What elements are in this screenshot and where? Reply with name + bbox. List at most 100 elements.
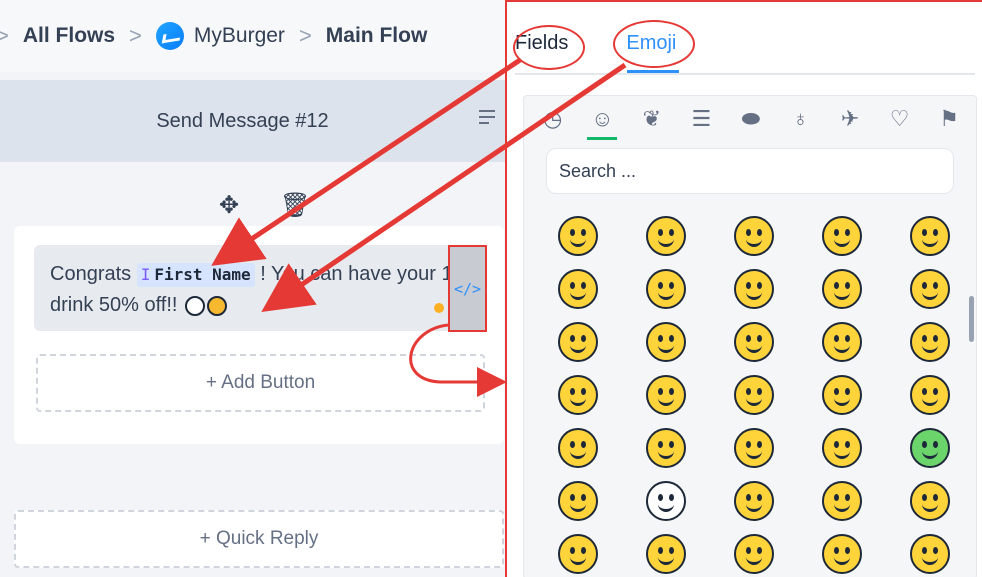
- node-tools: ✥ 🗑: [216, 193, 311, 219]
- emoji-cell[interactable]: [622, 320, 710, 364]
- emoji-search-input[interactable]: [546, 148, 954, 194]
- breadcrumb-main-flow[interactable]: Main Flow: [326, 24, 428, 48]
- emoji-cell[interactable]: [886, 426, 974, 470]
- emoji-cell[interactable]: [886, 214, 974, 258]
- scrollbar[interactable]: [969, 296, 974, 342]
- emoji-cell[interactable]: [622, 426, 710, 470]
- emoji-face-icon: [822, 216, 862, 256]
- trash-icon[interactable]: 🗑: [280, 193, 310, 219]
- emoji-grid: [534, 214, 964, 576]
- emoji-cell[interactable]: [886, 267, 974, 311]
- emoji-face-icon: [734, 269, 774, 309]
- tea-emoji-icon: [185, 295, 206, 316]
- node-title: Send Message #12: [156, 109, 329, 132]
- emoji-face-icon: [910, 269, 950, 309]
- field-tag-label: First Name: [154, 265, 251, 284]
- emoji-cell[interactable]: [622, 267, 710, 311]
- message-text-box[interactable]: Congrats I First Name ! You can have your…: [34, 245, 486, 331]
- emoji-face-icon: [646, 428, 686, 468]
- emoji-face-icon: [734, 428, 774, 468]
- emoji-cell[interactable]: [534, 267, 622, 311]
- quick-reply-button[interactable]: + Quick Reply: [14, 510, 504, 568]
- emoji-cell[interactable]: [534, 214, 622, 258]
- emoji-face-icon: [734, 481, 774, 521]
- emoji-face-icon: [558, 428, 598, 468]
- add-button[interactable]: + Add Button: [36, 354, 485, 412]
- emoji-cell[interactable]: [534, 532, 622, 576]
- emoji-cell[interactable]: [622, 214, 710, 258]
- connector-dot[interactable]: [434, 303, 444, 313]
- heart-icon[interactable]: ♡: [883, 106, 917, 132]
- breadcrumb-all-flows[interactable]: All Flows: [23, 24, 115, 48]
- menu-icon[interactable]: [479, 110, 497, 130]
- move-icon[interactable]: ✥: [216, 193, 242, 219]
- breadcrumb-separator: >: [0, 23, 9, 48]
- emoji-cell[interactable]: [622, 479, 710, 523]
- emoji-panel: Fields Emoji ◷ ☺ ❦ ☰ ⬬ ♁ ✈ ♡ ⚑: [505, 0, 982, 577]
- emoji-face-icon: [910, 375, 950, 415]
- emoji-face-icon: [646, 216, 686, 256]
- emoji-cell[interactable]: [534, 373, 622, 417]
- emoji-cell[interactable]: [622, 532, 710, 576]
- emoji-cell[interactable]: [798, 373, 886, 417]
- football-icon[interactable]: ⬬: [734, 106, 768, 132]
- flag-icon[interactable]: ⚑: [932, 106, 966, 132]
- emoji-face-icon: [822, 428, 862, 468]
- emoji-cell[interactable]: [534, 320, 622, 364]
- emoji-face-icon: [558, 216, 598, 256]
- beer-emoji-icon: [207, 295, 228, 316]
- emoji-face-icon: [822, 269, 862, 309]
- leaf-icon[interactable]: ❦: [635, 106, 669, 132]
- emoji-face-icon: [646, 481, 686, 521]
- breadcrumb-separator: >: [129, 23, 142, 48]
- emoji-cell[interactable]: [886, 532, 974, 576]
- text-cursor-icon: I: [140, 265, 151, 284]
- emoji-face-icon: [910, 534, 950, 574]
- emoji-face-icon: [910, 428, 950, 468]
- messenger-icon: [155, 22, 184, 50]
- emoji-face-icon: [646, 534, 686, 574]
- smiley-icon[interactable]: ☺: [585, 106, 619, 140]
- emoji-face-icon: [734, 375, 774, 415]
- field-tag-first-name[interactable]: I First Name: [136, 263, 255, 287]
- emoji-cell[interactable]: [798, 426, 886, 470]
- emoji-cell[interactable]: [710, 373, 798, 417]
- emoji-cell[interactable]: [798, 267, 886, 311]
- emoji-cell[interactable]: [886, 479, 974, 523]
- app-root: > All Flows > MyBurger > Main Flow Send …: [0, 0, 982, 577]
- emoji-cell[interactable]: [798, 320, 886, 364]
- emoji-face-icon: [646, 375, 686, 415]
- emoji-face-icon: [558, 375, 598, 415]
- emoji-cell[interactable]: [710, 267, 798, 311]
- emoji-cell[interactable]: [710, 426, 798, 470]
- burger-icon[interactable]: ☰: [684, 106, 718, 132]
- breadcrumb-myburger[interactable]: MyBurger: [155, 22, 285, 50]
- emoji-face-icon: [822, 322, 862, 362]
- bulb-icon[interactable]: ♁: [784, 106, 818, 132]
- emoji-face-icon: [910, 216, 950, 256]
- tab-active-indicator: [627, 70, 679, 73]
- emoji-cell[interactable]: [710, 320, 798, 364]
- breadcrumb-myburger-label: MyBurger: [193, 24, 285, 47]
- emoji-face-icon: [558, 481, 598, 521]
- emoji-cell[interactable]: [798, 532, 886, 576]
- emoji-cell[interactable]: [710, 532, 798, 576]
- emoji-cell[interactable]: [886, 320, 974, 364]
- plane-icon[interactable]: ✈: [833, 106, 867, 132]
- emoji-cell[interactable]: [710, 214, 798, 258]
- emoji-face-icon: [910, 481, 950, 521]
- emoji-cell[interactable]: [622, 373, 710, 417]
- emoji-face-icon: [558, 534, 598, 574]
- emoji-cell[interactable]: [710, 479, 798, 523]
- emoji-cell[interactable]: [534, 479, 622, 523]
- emoji-face-icon: [558, 269, 598, 309]
- emoji-cell[interactable]: [798, 214, 886, 258]
- annotation-circle-emoji: [613, 20, 695, 68]
- emoji-cell[interactable]: [798, 479, 886, 523]
- emoji-cell[interactable]: [534, 426, 622, 470]
- clock-icon[interactable]: ◷: [536, 106, 570, 132]
- code-toggle-button[interactable]: </>: [448, 245, 487, 332]
- emoji-category-bar: ◷ ☺ ❦ ☰ ⬬ ♁ ✈ ♡ ⚑: [524, 96, 976, 142]
- emoji-face-icon: [734, 534, 774, 574]
- emoji-cell[interactable]: [886, 373, 974, 417]
